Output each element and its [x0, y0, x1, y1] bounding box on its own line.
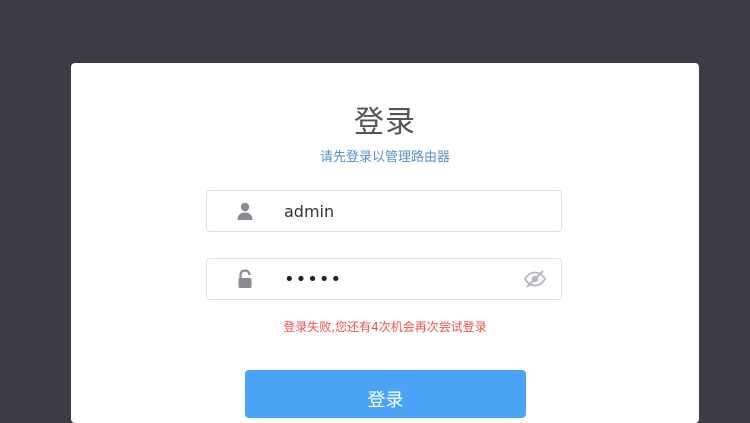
page-title: 登录 — [354, 105, 416, 140]
password-input[interactable] — [284, 259, 514, 299]
login-card: 登录 请先登录以管理路由器 登录失败,您还有4次机会再次尝试登录 — [71, 63, 699, 423]
username-field[interactable] — [206, 190, 562, 232]
user-icon — [235, 201, 255, 221]
username-input[interactable] — [284, 191, 514, 231]
error-message: 登录失败,您还有4次机会再次尝试登录 — [283, 320, 487, 334]
login-button[interactable]: 登录 — [245, 370, 526, 418]
lock-icon — [235, 269, 255, 289]
password-field[interactable] — [206, 258, 562, 300]
login-subtitle: 请先登录以管理路由器 — [319, 150, 450, 165]
eye-off-icon[interactable] — [523, 269, 547, 289]
